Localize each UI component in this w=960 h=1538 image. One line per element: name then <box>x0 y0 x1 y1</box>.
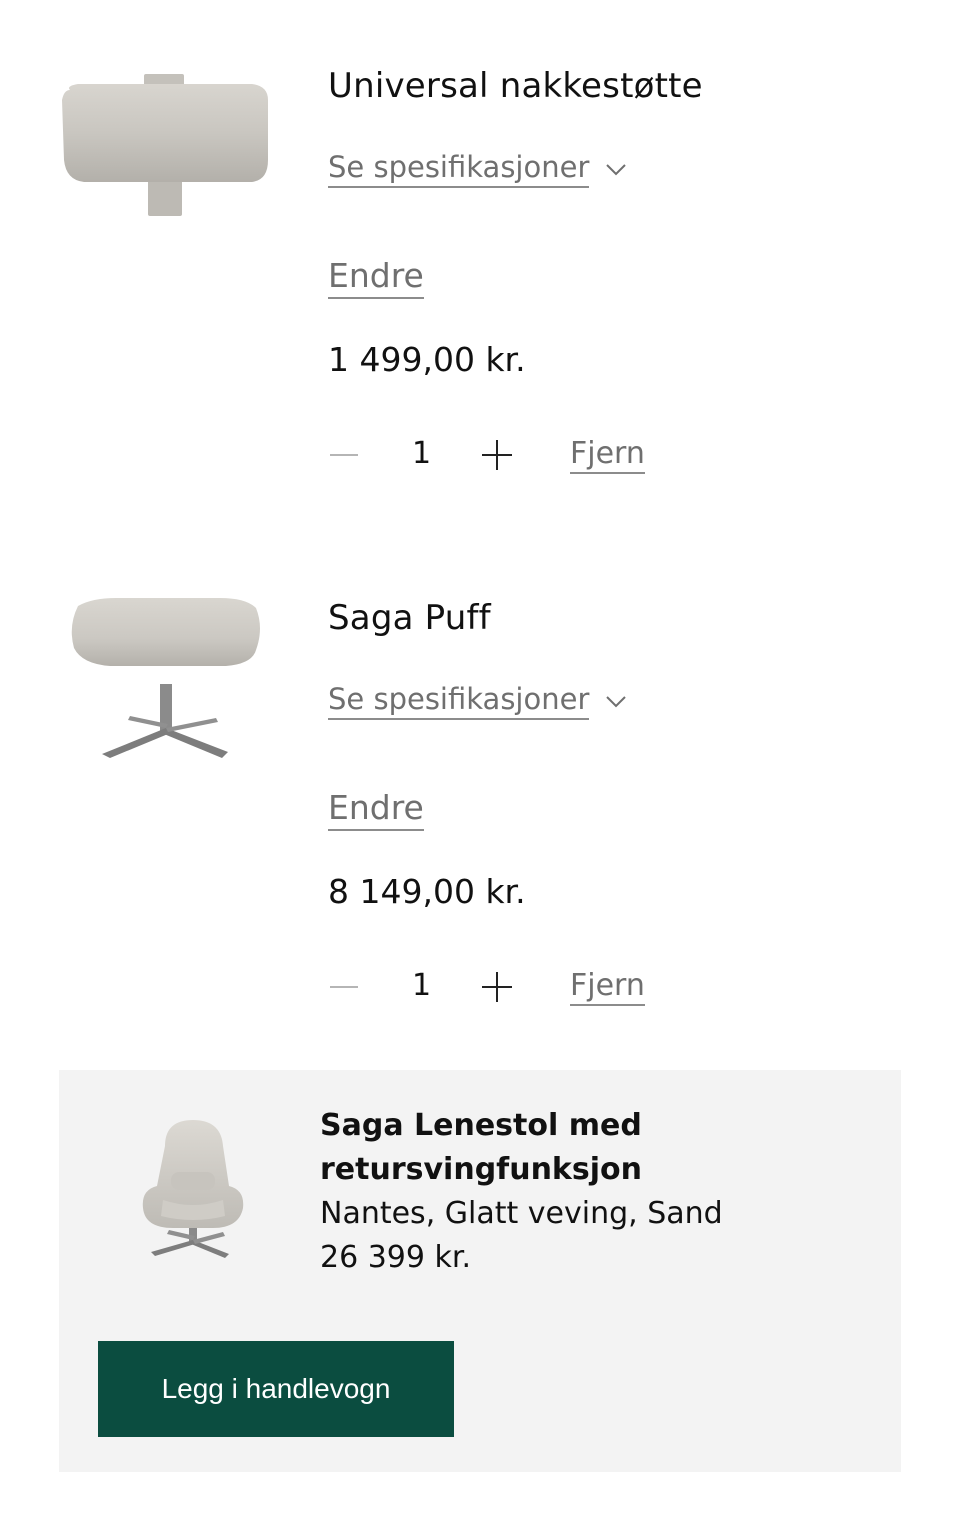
edit-link[interactable]: Endre <box>328 256 424 299</box>
remove-link[interactable]: Fjern <box>570 436 645 474</box>
recommended-product-panel: Saga Lenestol med retursvingfunksjon Nan… <box>59 1070 901 1472</box>
see-specifications-label: Se spesifikasjoner <box>328 682 590 720</box>
see-specifications-label: Se spesifikasjoner <box>328 150 590 188</box>
quantity-value: 1 <box>412 968 432 1003</box>
product-name[interactable]: Universal nakkestøtte <box>328 66 703 106</box>
quantity-stepper: 1 Fjern <box>328 432 688 478</box>
item-price: 1 499,00 kr. <box>328 340 526 379</box>
edit-link[interactable]: Endre <box>328 788 424 831</box>
see-specifications-link[interactable]: Se spesifikasjoner <box>328 682 627 720</box>
quantity-stepper: 1 Fjern <box>328 964 688 1010</box>
product-name[interactable]: Saga Puff <box>328 598 491 638</box>
chevron-down-icon <box>606 164 627 176</box>
quantity-value: 1 <box>412 436 432 471</box>
product-image-headrest <box>62 74 268 216</box>
product-image-armchair[interactable] <box>133 1116 253 1266</box>
recommended-product-price: 26 399 kr. <box>320 1240 471 1275</box>
plus-icon[interactable] <box>480 970 514 1004</box>
cart-item-universal-nakkestotte: Universal nakkestøtte Se spesifikasjoner… <box>0 0 960 500</box>
item-price: 8 149,00 kr. <box>328 872 526 911</box>
recommended-product-variant: Nantes, Glatt veving, Sand <box>320 1196 723 1231</box>
recommended-product-title[interactable]: Saga Lenestol med retursvingfunksjon <box>320 1104 840 1192</box>
remove-link[interactable]: Fjern <box>570 968 645 1006</box>
chevron-down-icon <box>606 696 627 708</box>
product-image-footstool <box>71 598 260 758</box>
minus-icon[interactable] <box>328 974 362 1000</box>
add-to-cart-button[interactable]: Legg i handlevogn <box>98 1341 454 1437</box>
plus-icon[interactable] <box>480 438 514 472</box>
cart-item-saga-puff: Saga Puff Se spesifikasjoner Endre 8 149… <box>0 532 960 1032</box>
recommended-product-info: Saga Lenestol med retursvingfunksjon Nan… <box>320 1104 840 1280</box>
see-specifications-link[interactable]: Se spesifikasjoner <box>328 150 627 188</box>
minus-icon[interactable] <box>328 442 362 468</box>
